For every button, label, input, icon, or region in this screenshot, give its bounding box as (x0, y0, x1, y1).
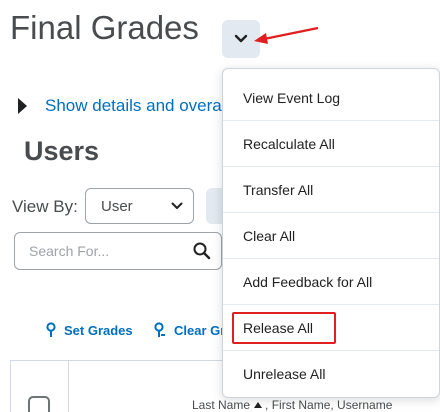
menu-item-view-event-log[interactable]: View Event Log (223, 75, 439, 121)
view-by-value: User (101, 197, 133, 215)
show-details-link[interactable]: Show details and overa (45, 96, 222, 116)
name-column-rest: , First Name, Username (265, 398, 393, 412)
pin-icon (46, 322, 56, 337)
select-all-checkbox[interactable] (28, 396, 50, 412)
page-title: Final Grades (10, 9, 199, 46)
last-name-label[interactable]: Last Name (192, 398, 250, 412)
menu-item-transfer-all[interactable]: Transfer All (223, 167, 439, 213)
annotation-arrow-icon (254, 26, 319, 44)
chevron-down-icon (234, 34, 248, 43)
clear-grades-button[interactable]: Clear Gr (154, 322, 225, 338)
show-details-toggle[interactable]: Show details and overa (18, 96, 222, 116)
menu-item-add-feedback-for-all[interactable]: Add Feedback for All (223, 259, 439, 305)
chevron-down-icon (171, 202, 183, 209)
set-grades-button[interactable]: Set Grades (46, 322, 133, 338)
release-all-highlight (232, 312, 336, 344)
view-by-select[interactable]: User (85, 188, 194, 224)
section-heading: Users (24, 136, 100, 166)
search-icon[interactable] (193, 242, 211, 260)
clear-grades-label: Clear Gr (174, 322, 226, 338)
menu-item-recalculate-all[interactable]: Recalculate All (223, 121, 439, 167)
set-grades-label: Set Grades (64, 322, 133, 338)
clear-pin-icon (154, 322, 165, 337)
name-column-header[interactable]: Last Name , First Name, Username (192, 398, 392, 412)
sort-ascending-icon (254, 402, 263, 409)
search-input[interactable] (29, 243, 179, 259)
menu-item-clear-all[interactable]: Clear All (223, 213, 439, 259)
context-menu: View Event Log Recalculate All Transfer … (222, 68, 440, 398)
expand-triangle-icon (18, 98, 27, 114)
grid-column-divider (68, 360, 69, 412)
menu-item-unrelease-all[interactable]: Unrelease All (223, 351, 439, 397)
search-field[interactable] (14, 232, 222, 270)
view-by-label: View By: (12, 197, 78, 216)
